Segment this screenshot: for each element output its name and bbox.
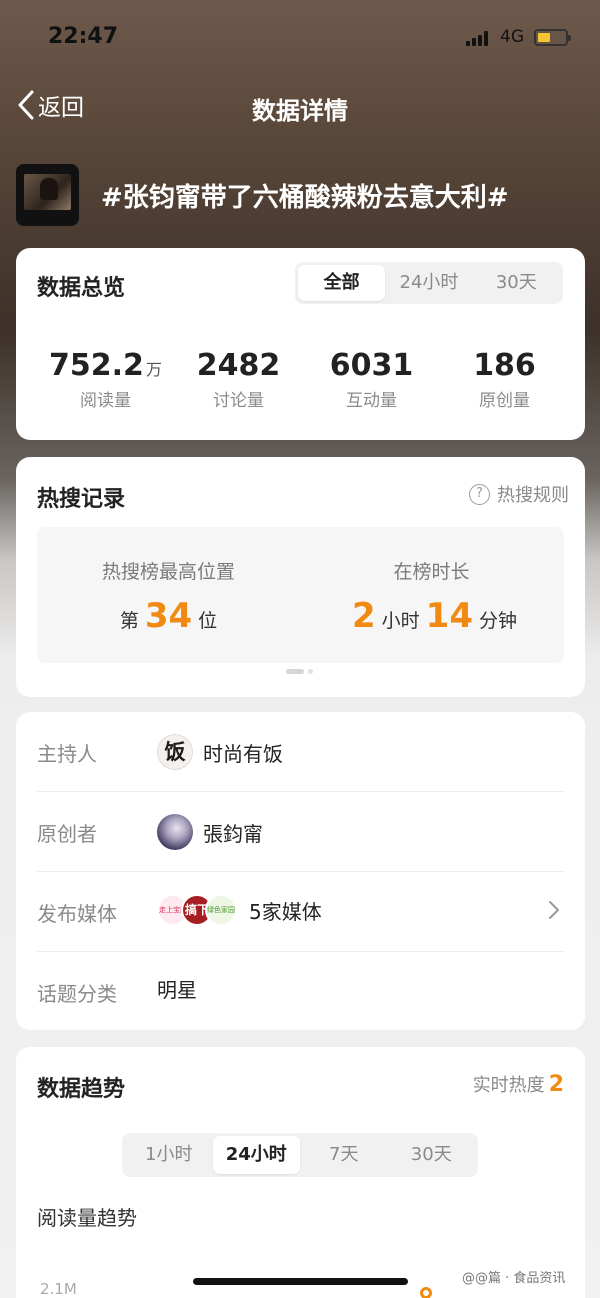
duration-hours: 2 [351,596,376,636]
host-avatar: 饭 [157,734,193,770]
network-type: 4G [500,27,524,47]
rank-prefix: 第 [119,610,139,632]
question-icon: ? [469,483,490,505]
stat-interactions-value: 6031 [329,348,414,383]
read-trend-title: 阅读量趋势 [37,1206,137,1230]
stat-originals-value: 186 [473,348,536,383]
overview-card: 数据总览 全部 24小时 30天 752.2 万 阅读量 2482 讨论量 603… [16,248,585,440]
stat-originals: 186 原创量 [438,348,571,411]
host-row[interactable]: 主持人 饭 时尚有饭 [37,712,564,792]
realtime-heat-value: 2 [548,1072,564,1097]
highest-rank: 热搜榜最高位置 第 34 位 [37,557,300,636]
tab-all[interactable]: 全部 [298,265,386,301]
hot-search-rules-label: 热搜规则 [497,485,569,506]
page-indicator [286,669,313,674]
overview-range-tabs: 全部 24小时 30天 [295,262,563,304]
category-label: 话题分类 [37,982,117,1006]
topic-thumbnail [16,164,79,226]
category-value: 明星 [157,978,197,1002]
duration-minute-unit: 分钟 [479,610,518,632]
rank-value: 34 [144,596,193,636]
highest-rank-label: 热搜榜最高位置 [101,561,235,583]
y-axis-tick: 2.1M [40,1280,77,1298]
stat-interactions: 6031 互动量 [305,348,438,411]
duration-minutes: 14 [425,596,473,636]
tab-30d[interactable]: 30天 [388,1136,476,1174]
media-label: 发布媒体 [37,902,117,926]
overview-title: 数据总览 [37,276,126,301]
status-bar: 22:47 4G [0,0,600,76]
tab-24h[interactable]: 24小时 [212,1136,300,1174]
media-avatars: 走上宝藤 搞下 绿色家园 [157,894,237,926]
hot-search-title: 热搜记录 [37,487,126,512]
stats-row: 752.2 万 阅读量 2482 讨论量 6031 互动量 186 原创量 [16,348,585,411]
duration-hour-unit: 小时 [381,610,420,632]
creator-name: 張鈞甯 [203,821,263,846]
stat-reads-unit: 万 [145,360,162,379]
stat-interactions-label: 互动量 [346,391,397,411]
creator-row[interactable]: 原创者 張鈞甯 [37,792,564,872]
trend-card: 数据趋势 实时热度 2 1小时 24小时 7天 30天 阅读量趋势 2.1M [16,1047,585,1298]
media-avatar: 绿色家园 [205,894,237,926]
stat-discussions-label: 讨论量 [213,391,264,411]
hot-search-card: 热搜记录 ? 热搜规则 热搜榜最高位置 第 34 位 在榜时长 2 小时 14 分钟 [16,457,585,697]
topic-info-card: 主持人 饭 时尚有饭 原创者 張鈞甯 发布媒体 走上宝藤 搞下 绿色家园 5家媒… [16,712,585,1030]
hot-search-rules-link[interactable]: ? 热搜规则 [469,481,569,507]
rank-suffix: 位 [198,610,218,632]
stat-discussions-value: 2482 [196,348,281,383]
nav-bar: 返回 数据详情 [0,80,600,134]
on-list-duration: 在榜时长 2 小时 14 分钟 [300,557,563,636]
status-time: 22:47 [48,24,119,49]
chart-point [420,1287,432,1298]
stat-reads-value: 752.2 [49,348,144,383]
realtime-heat-label: 实时热度 [472,1075,545,1096]
page-title: 数据详情 [252,97,348,125]
creator-avatar [157,814,193,850]
chevron-right-icon [549,901,559,919]
tab-1h[interactable]: 1小时 [125,1136,213,1174]
duration-label: 在榜时长 [393,561,470,583]
stat-reads: 752.2 万 阅读量 [39,348,172,411]
watermark: @@篇 · 食品资讯 [462,1271,566,1286]
host-label: 主持人 [37,742,97,766]
stat-originals-label: 原创量 [479,391,530,411]
topic-header: #张钧甯带了六桶酸辣粉去意大利# [16,164,509,226]
trend-title: 数据趋势 [37,1077,126,1102]
home-indicator[interactable] [193,1278,408,1285]
hot-search-stats: 热搜榜最高位置 第 34 位 在榜时长 2 小时 14 分钟 [37,527,564,663]
tab-30d[interactable]: 30天 [473,265,560,301]
signal-icon [466,30,492,46]
stat-discussions: 2482 讨论量 [172,348,305,411]
tab-7d[interactable]: 7天 [300,1136,388,1174]
realtime-heat: 实时热度 2 [473,1071,564,1097]
battery-icon [534,29,571,46]
media-row[interactable]: 发布媒体 走上宝藤 搞下 绿色家园 5家媒体 [37,872,564,952]
stat-reads-label: 阅读量 [80,391,131,411]
trend-range-tabs: 1小时 24小时 7天 30天 [122,1133,478,1177]
tab-24h[interactable]: 24小时 [385,265,472,301]
topic-title: #张钧甯带了六桶酸辣粉去意大利# [101,182,509,213]
category-row: 话题分类 明星 [37,952,564,1032]
media-count: 5家媒体 [249,899,322,924]
host-name: 时尚有饭 [203,741,283,766]
creator-label: 原创者 [37,822,97,846]
